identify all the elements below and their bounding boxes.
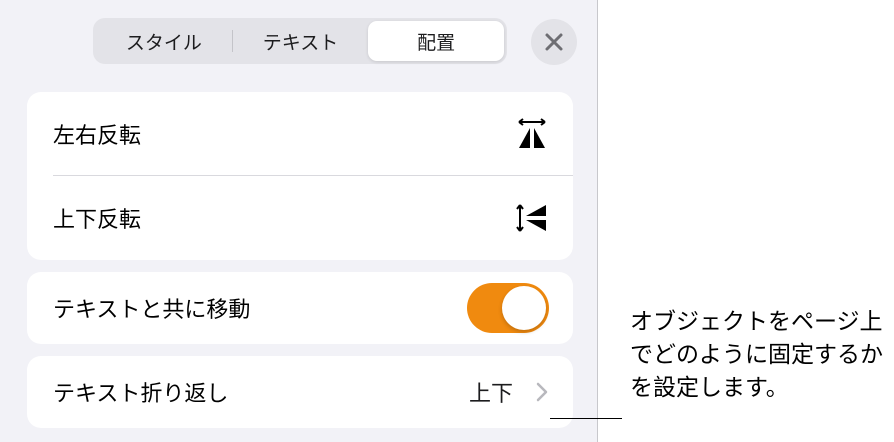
callout-leader-line (550, 418, 622, 419)
flip-horizontal-label: 左右反転 (53, 124, 142, 149)
flip-group: 左右反転 上下反転 (27, 92, 573, 260)
text-wrap-value: 上下 (468, 382, 513, 407)
move-with-text-label: テキストと共に移動 (53, 298, 251, 323)
move-with-text-row: テキストと共に移動 (27, 272, 573, 344)
flip-vertical-label: 上下反転 (53, 208, 142, 233)
format-panel: スタイル テキスト 配置 左右反転 上下反転 テキストと共に移動 テキスト折り返… (0, 0, 598, 442)
tab-arrange-label: 配置 (417, 31, 456, 54)
format-tab-bar: スタイル テキスト 配置 (93, 18, 507, 64)
tab-text-label: テキスト (262, 31, 339, 54)
tab-style[interactable]: スタイル (96, 21, 232, 61)
flip-horizontal-icon (515, 117, 549, 151)
text-wrap-label: テキスト折り返し (53, 382, 229, 407)
tab-text[interactable]: テキスト (233, 21, 369, 61)
flip-vertical-icon (515, 201, 549, 235)
text-wrap-row[interactable]: テキスト折り返し 上下 (27, 356, 573, 428)
flip-horizontal-row[interactable]: 左右反転 (27, 92, 573, 176)
toggle-knob (502, 286, 546, 330)
close-button[interactable] (531, 19, 577, 65)
close-icon (545, 33, 563, 51)
tab-style-label: スタイル (125, 31, 202, 54)
move-with-text-toggle[interactable] (467, 283, 549, 333)
move-with-text-group: テキストと共に移動 (27, 272, 573, 344)
flip-vertical-row[interactable]: 上下反転 (27, 176, 573, 260)
chevron-right-icon (535, 381, 549, 403)
callout-text: オブジェクトをページ上でどのように固定するかを設定します。 (630, 309, 883, 401)
tab-arrange[interactable]: 配置 (368, 21, 505, 61)
text-wrap-group: テキスト折り返し 上下 (27, 356, 573, 428)
